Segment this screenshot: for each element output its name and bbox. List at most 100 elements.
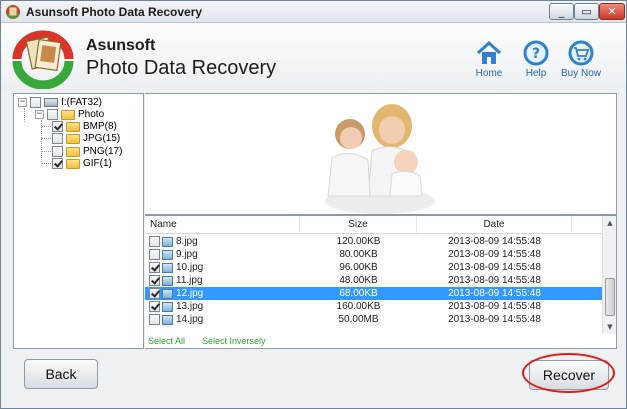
folder-tree: − I:(FAT32) − Photo BMP(8) JPG(15) PNG(1… [13, 93, 144, 349]
row-checkbox[interactable] [149, 249, 160, 260]
tree-guide [41, 138, 51, 139]
buy-now-button[interactable]: Buy Now [556, 39, 606, 87]
select-inversely-link[interactable]: Select Inversely [202, 336, 266, 346]
jpg-checkbox[interactable] [52, 133, 63, 144]
file-name: 10.jpg [176, 262, 204, 273]
tree-guide [41, 151, 51, 152]
collapse-icon[interactable]: − [18, 98, 27, 107]
file-rows: 8.jpg 120.00KB 2013-08-09 14:55:48 9.jpg… [145, 235, 602, 326]
preview-photo [320, 96, 437, 214]
scroll-up-icon[interactable]: ▲ [604, 217, 616, 229]
gif-checkbox[interactable] [52, 158, 63, 169]
file-size: 96.00KB [339, 262, 378, 273]
scroll-thumb[interactable] [605, 278, 615, 316]
file-size: 120.00KB [336, 236, 381, 247]
folder-icon [61, 109, 75, 120]
bmp-label: BMP(8) [83, 121, 117, 132]
row-checkbox[interactable] [149, 288, 160, 299]
row-checkbox[interactable] [149, 275, 160, 286]
file-date: 2013-08-09 14:55:48 [448, 288, 541, 299]
file-size: 68.00KB [339, 288, 378, 299]
row-checkbox[interactable] [149, 314, 160, 325]
file-date: 2013-08-09 14:55:48 [448, 275, 541, 286]
close-icon: ✕ [607, 5, 617, 18]
table-row[interactable]: 14.jpg 50.00MB 2013-08-09 14:55:48 [145, 313, 602, 326]
png-checkbox[interactable] [52, 146, 63, 157]
buy-now-label: Buy Now [560, 68, 601, 79]
tree-guide [41, 163, 51, 164]
file-name: 11.jpg [176, 275, 203, 286]
highlight-ring [522, 353, 615, 393]
table-row[interactable]: 11.jpg 48.00KB 2013-08-09 14:55:48 [145, 274, 602, 287]
file-date: 2013-08-09 14:55:48 [448, 301, 541, 312]
tree-node-gif[interactable]: GIF(1) [52, 157, 112, 170]
row-checkbox[interactable] [149, 301, 160, 312]
tree-node-jpg[interactable]: JPG(15) [52, 132, 120, 145]
folder-icon [66, 121, 80, 132]
drive-label: I:(FAT32) [61, 97, 102, 108]
product-name: Photo Data Recovery [86, 57, 277, 79]
home-icon [476, 40, 502, 64]
file-date: 2013-08-09 14:55:48 [448, 236, 541, 247]
image-preview [145, 93, 617, 215]
table-row[interactable]: 13.jpg 160.00KB 2013-08-09 14:55:48 [145, 300, 602, 313]
png-label: PNG(17) [83, 146, 123, 157]
maximize-button[interactable]: ▭ [574, 3, 599, 20]
brand-name: Asunsoft [86, 37, 156, 54]
header-band: Asunsoft Photo Data Recovery Home ? Help [1, 23, 626, 91]
image-file-icon [162, 249, 173, 260]
image-file-icon [162, 236, 173, 247]
table-row[interactable]: 8.jpg 120.00KB 2013-08-09 14:55:48 [145, 235, 602, 248]
folder-icon [66, 133, 80, 144]
file-name: 13.jpg [176, 301, 204, 312]
file-size: 48.00KB [339, 275, 378, 286]
window-title: Asunsoft Photo Data Recovery [26, 5, 203, 19]
file-name: 14.jpg [176, 314, 204, 325]
file-date: 2013-08-09 14:55:48 [448, 249, 541, 260]
column-size[interactable]: Size [300, 216, 417, 234]
row-checkbox[interactable] [149, 236, 160, 247]
app-logo-icon [6, 5, 20, 19]
close-button[interactable]: ✕ [599, 3, 625, 20]
file-size: 160.00KB [336, 301, 381, 312]
file-name: 9.jpg [176, 249, 198, 260]
gif-label: GIF(1) [83, 158, 112, 169]
file-name: 8.jpg [176, 236, 198, 247]
tree-guide [24, 108, 25, 122]
file-list-header: Name Size Date [145, 216, 602, 234]
back-button[interactable]: Back [24, 359, 98, 389]
select-all-link[interactable]: Select All [148, 336, 185, 346]
app-window: Asunsoft Photo Data Recovery _ ▭ ✕ Asuns… [0, 0, 627, 409]
image-file-icon [162, 288, 173, 299]
collapse-icon[interactable]: − [35, 110, 44, 119]
home-button[interactable]: Home [464, 39, 514, 87]
shopping-cart-icon [568, 40, 594, 66]
home-label: Home [475, 68, 503, 79]
minimize-button[interactable]: _ [549, 3, 574, 20]
svg-text:?: ? [532, 46, 540, 62]
column-name[interactable]: Name [145, 216, 300, 234]
file-date: 2013-08-09 14:55:48 [448, 314, 541, 325]
jpg-label: JPG(15) [83, 133, 121, 144]
scroll-down-icon[interactable]: ▼ [604, 321, 616, 333]
image-file-icon [162, 275, 173, 286]
vertical-scrollbar[interactable]: ▲ ▼ [602, 216, 616, 334]
bmp-checkbox[interactable] [52, 121, 63, 132]
maximize-icon: ▭ [581, 5, 592, 18]
row-checkbox[interactable] [149, 262, 160, 273]
image-file-icon [162, 301, 173, 312]
file-date: 2013-08-09 14:55:48 [448, 262, 541, 273]
product-logo-icon [12, 30, 74, 89]
table-row-selected[interactable]: 12.jpg 68.00KB 2013-08-09 14:55:48 [145, 287, 602, 300]
photo-folder-checkbox[interactable] [47, 109, 58, 120]
selection-links: Select All Select Inversely [145, 334, 617, 349]
drive-icon [44, 98, 58, 107]
table-row[interactable]: 10.jpg 96.00KB 2013-08-09 14:55:48 [145, 261, 602, 274]
column-date[interactable]: Date [417, 216, 572, 234]
drive-checkbox[interactable] [30, 97, 41, 108]
table-row[interactable]: 9.jpg 80.00KB 2013-08-09 14:55:48 [145, 248, 602, 261]
help-button[interactable]: ? Help [511, 39, 561, 87]
help-label: Help [525, 68, 547, 79]
tree-guide [41, 126, 51, 127]
title-bar: Asunsoft Photo Data Recovery _ ▭ ✕ [1, 1, 626, 23]
